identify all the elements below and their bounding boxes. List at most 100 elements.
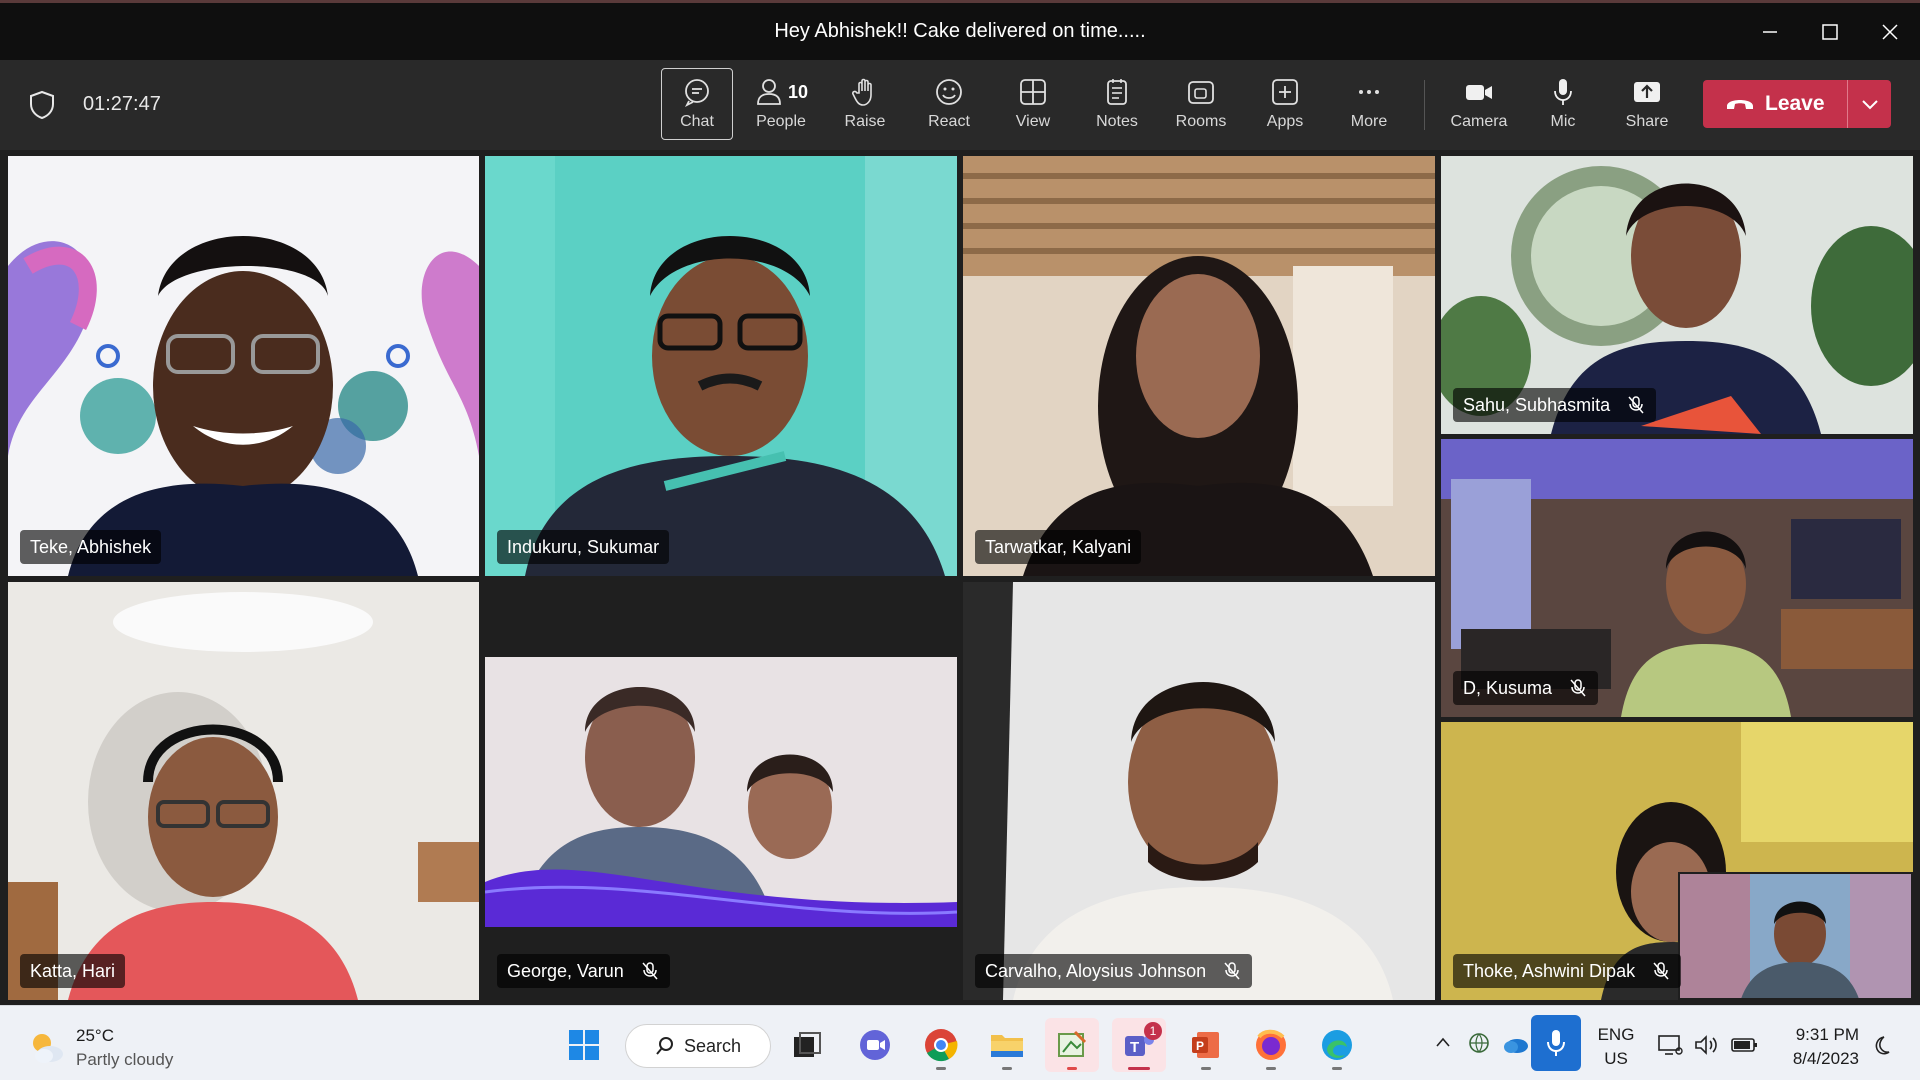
chevron-up-icon[interactable]	[1435, 1036, 1451, 1048]
raise-label: Raise	[844, 113, 886, 130]
video-feed	[8, 236, 479, 576]
weather-widget[interactable]: 25°C Partly cloudy	[28, 1024, 173, 1072]
hand-icon	[852, 78, 872, 106]
folder-icon	[991, 1035, 1023, 1057]
device-tools: Camera Mic Share	[1437, 68, 1689, 140]
leave-label: Leave	[1765, 92, 1825, 115]
participant-tile[interactable]: D, Kusuma	[1441, 439, 1913, 717]
shield-icon[interactable]	[28, 90, 56, 120]
weather-desc: Partly cloudy	[76, 1050, 174, 1069]
camera-icon	[1466, 85, 1492, 100]
firefox-button[interactable]	[1244, 1018, 1298, 1072]
apps-icon	[1272, 79, 1298, 105]
participant-tile[interactable]: Katta, Hari	[8, 582, 479, 1000]
minimize-icon	[1763, 30, 1777, 33]
react-button[interactable]: React	[907, 68, 991, 140]
video-feed	[485, 156, 957, 576]
chat-button[interactable]: Chat	[661, 68, 733, 140]
participant-tile[interactable]: Teke, Abhishek	[8, 156, 479, 576]
participant-tile[interactable]: Thoke, Ashwini Dipak	[1441, 722, 1913, 1000]
mic-label: Mic	[1550, 113, 1576, 130]
people-label: People	[756, 113, 806, 130]
participant-name-label: Thoke, Ashwini Dipak	[1453, 954, 1682, 988]
mic-button[interactable]: Mic	[1521, 68, 1605, 140]
more-label: More	[1350, 113, 1388, 130]
mic-muted-icon	[1224, 962, 1240, 980]
meeting-toolbar: 01:27:47 Chat 10 People Raise React View	[0, 60, 1920, 150]
clock-date: 8/4/2023	[1792, 1049, 1859, 1068]
clock-time: 9:31 PM	[1795, 1025, 1859, 1044]
apps-button[interactable]: Apps	[1243, 68, 1327, 140]
partly-cloudy-icon	[33, 1034, 63, 1063]
people-button[interactable]: 10 People	[739, 68, 823, 140]
maximize-button[interactable]	[1800, 3, 1860, 60]
participant-name-label: Katta, Hari	[20, 954, 126, 988]
participant-name-label: George, Varun	[497, 954, 670, 988]
file-explorer-button[interactable]	[980, 1018, 1034, 1072]
chrome-button[interactable]	[914, 1018, 968, 1072]
share-button[interactable]: Share	[1605, 68, 1689, 140]
participant-tile[interactable]: George, Varun	[485, 582, 957, 1000]
participant-name-label: Tarwatkar, Kalyani	[975, 530, 1142, 564]
chevron-down-icon	[1861, 100, 1878, 110]
react-label: React	[928, 113, 970, 130]
participant-name-label: Teke, Abhishek	[20, 530, 162, 564]
notifications-moon-icon[interactable]	[1868, 1034, 1892, 1058]
svg-text:T: T	[1130, 1039, 1139, 1056]
participant-tile[interactable]: Sahu, Subhasmita	[1441, 156, 1913, 434]
paint-icon	[1058, 1030, 1087, 1057]
task-view-button[interactable]	[780, 1018, 834, 1072]
rooms-label: Rooms	[1175, 113, 1227, 130]
participant-tile[interactable]: Tarwatkar, Kalyani	[963, 156, 1435, 576]
share-label: Share	[1625, 113, 1669, 130]
onedrive-icon[interactable]	[1502, 1032, 1530, 1056]
input-language[interactable]: ENG US	[1596, 1023, 1636, 1071]
participant-tile[interactable]: Carvalho, Aloysius Johnson	[963, 582, 1435, 1000]
powerpoint-button[interactable]: P	[1179, 1018, 1233, 1072]
chat-icon	[684, 79, 709, 107]
window-titlebar: Hey Abhishek!! Cake delivered on time...…	[0, 0, 1920, 60]
display-icon[interactable]	[1657, 1033, 1683, 1057]
mic-muted-icon	[1570, 679, 1586, 697]
mic-muted-icon	[1653, 962, 1669, 980]
meeting-timer: 01:27:47	[83, 93, 161, 115]
network-globe-icon[interactable]	[1467, 1031, 1493, 1057]
microphone-in-use-button[interactable]	[1531, 1015, 1581, 1071]
participant-tile[interactable]: Indukuru, Sukumar	[485, 156, 957, 576]
apps-label: Apps	[1266, 113, 1304, 130]
notes-button[interactable]: Notes	[1075, 68, 1159, 140]
close-icon	[1882, 23, 1898, 40]
video-grid: Teke, Abhishek Indukuru, Sukumar Tarwatk…	[0, 150, 1920, 1005]
self-view[interactable]	[1678, 872, 1913, 1000]
teams-app-button[interactable]: T 1	[1112, 1018, 1166, 1072]
leave-button[interactable]: Leave	[1703, 80, 1847, 128]
participant-name-label: D, Kusuma	[1453, 671, 1599, 705]
notes-label: Notes	[1096, 113, 1138, 130]
window-controls	[1740, 3, 1920, 60]
start-button[interactable]	[557, 1018, 611, 1072]
system-clock[interactable]: 9:31 PM 8/4/2023	[1781, 1023, 1859, 1071]
taskbar-search[interactable]: Search	[625, 1024, 771, 1068]
paint-app-button[interactable]	[1045, 1018, 1099, 1072]
people-icon	[757, 79, 781, 105]
participant-name-label: Sahu, Subhasmita	[1453, 388, 1657, 422]
battery-icon[interactable]	[1730, 1034, 1760, 1056]
weather-temp: 25°C	[76, 1026, 114, 1045]
window-title: Hey Abhishek!! Cake delivered on time...…	[774, 20, 1146, 42]
video-feed	[963, 582, 1435, 1000]
close-button[interactable]	[1860, 3, 1920, 60]
participant-name-label: Carvalho, Aloysius Johnson	[975, 954, 1253, 988]
teams-chat-button[interactable]	[848, 1018, 902, 1072]
notes-icon	[1107, 79, 1127, 105]
raise-hand-button[interactable]: Raise	[823, 68, 907, 140]
rooms-button[interactable]: Rooms	[1159, 68, 1243, 140]
powerpoint-icon: P	[1192, 1032, 1219, 1058]
leave-options-button[interactable]	[1848, 80, 1891, 128]
windows-icon	[569, 1030, 599, 1060]
minimize-button[interactable]	[1740, 3, 1800, 60]
view-button[interactable]: View	[991, 68, 1075, 140]
camera-button[interactable]: Camera	[1437, 68, 1521, 140]
more-button[interactable]: More	[1327, 68, 1411, 140]
volume-icon[interactable]	[1693, 1033, 1719, 1057]
edge-button[interactable]	[1310, 1018, 1364, 1072]
